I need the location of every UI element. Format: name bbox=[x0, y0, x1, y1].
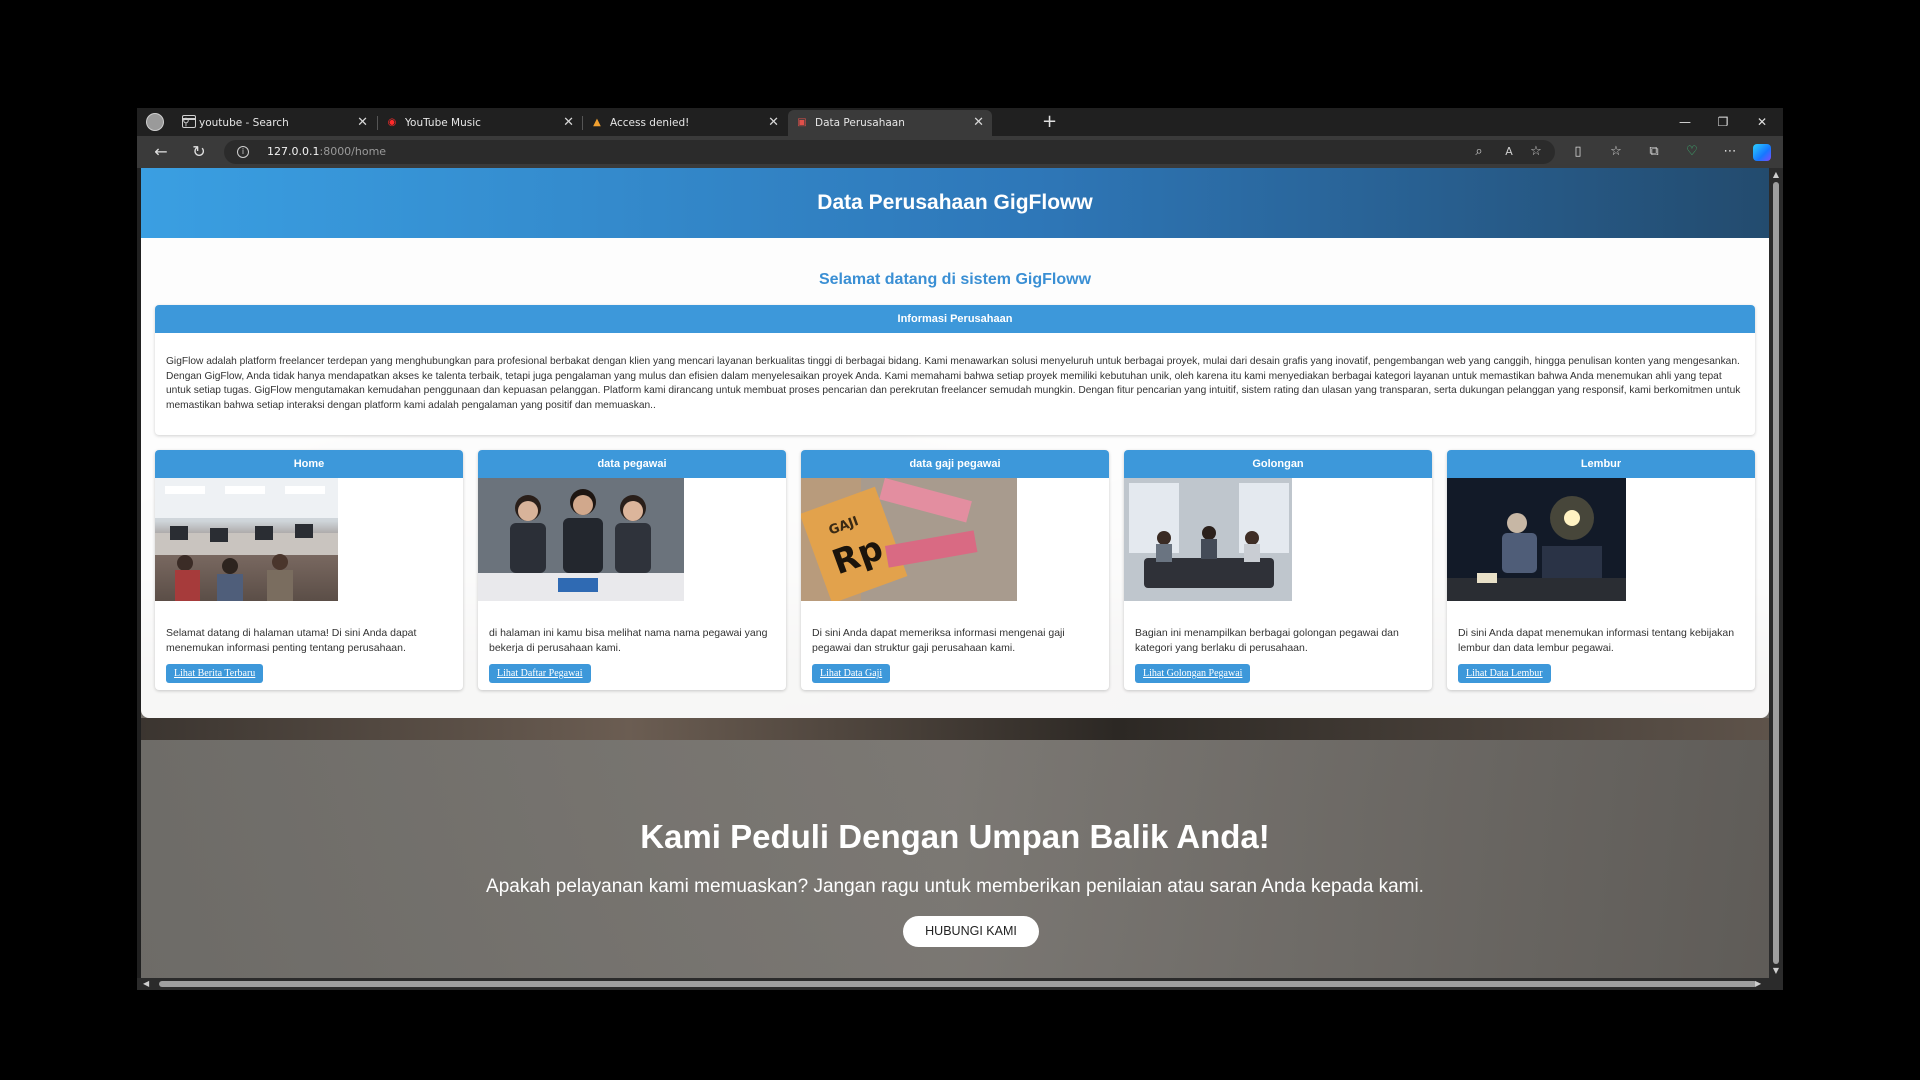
tab-data-perusahaan[interactable]: ▣ Data Perusahaan ✕ bbox=[788, 110, 992, 136]
restore-icon[interactable]: ❐ bbox=[1703, 108, 1743, 136]
card-title: data pegawai bbox=[478, 450, 786, 478]
url-text[interactable]: 127.0.0.1:8000/home bbox=[267, 140, 386, 164]
split-screen-icon[interactable]: ▯ bbox=[1568, 143, 1588, 161]
tab-youtube-search[interactable]: ⚲ youtube - Search ✕ bbox=[172, 110, 376, 136]
address-bar[interactable]: i 127.0.0.1:8000/home ⌕ A ☆ bbox=[224, 140, 1555, 164]
tab-youtube-music[interactable]: ◉ YouTube Music ✕ bbox=[378, 110, 582, 136]
horizontal-scrollbar[interactable]: ◀ ▶ bbox=[137, 978, 1783, 990]
card-title: Lembur bbox=[1447, 450, 1755, 478]
card-description: Di sini Anda dapat memeriksa informasi m… bbox=[812, 627, 1065, 654]
company-info-card: Informasi Perusahaan GigFlow adalah plat… bbox=[155, 305, 1755, 435]
card-title: Golongan bbox=[1124, 450, 1432, 478]
lihat-berita-terbaru-button[interactable]: Lihat Berita Terbaru bbox=[166, 664, 264, 683]
zoom-icon[interactable]: ⌕ bbox=[1470, 143, 1488, 161]
card-home: Home Selamat datang di halaman utama! Di… bbox=[155, 450, 463, 690]
tab-strip: ⚲ youtube - Search ✕ ◉ YouTube Music ✕ ▲… bbox=[137, 108, 1783, 136]
page-icon: ▣ bbox=[797, 117, 807, 128]
new-tab-icon[interactable]: + bbox=[1042, 110, 1057, 134]
horizontal-scroll-thumb[interactable] bbox=[159, 981, 1757, 987]
company-info-text: GigFlow adalah platform freelancer terde… bbox=[166, 356, 1741, 411]
lihat-data-lembur-button[interactable]: Lihat Data Lembur bbox=[1458, 664, 1551, 683]
scroll-down-icon[interactable]: ▼ bbox=[1772, 966, 1780, 975]
lihat-daftar-pegawai-button[interactable]: Lihat Daftar Pegawai bbox=[489, 664, 591, 683]
collections-icon[interactable]: ⧉ bbox=[1644, 143, 1664, 161]
meeting-photo bbox=[1124, 478, 1292, 601]
lihat-data-gaji-button[interactable]: Lihat Data Gaji bbox=[812, 664, 891, 683]
page-header: Data Perusahaan GigFloww bbox=[141, 168, 1769, 238]
card-title: Home bbox=[155, 450, 463, 478]
warning-icon: ▲ bbox=[593, 117, 601, 128]
office-photo bbox=[155, 478, 338, 601]
lihat-golongan-pegawai-button[interactable]: Lihat Golongan Pegawai bbox=[1135, 664, 1251, 683]
card-data-pegawai: data pegawai di halaman ini kamu bisa me… bbox=[478, 450, 786, 690]
feedback-heading: Kami Peduli Dengan Umpan Balik Anda! bbox=[640, 818, 1270, 855]
browser-window: ⚲ youtube - Search ✕ ◉ YouTube Music ✕ ▲… bbox=[137, 108, 1783, 990]
back-icon[interactable]: ← bbox=[150, 142, 172, 162]
salary-illustration: GAJI Rp bbox=[801, 478, 1017, 601]
team-photo bbox=[478, 478, 684, 601]
vertical-scroll-thumb[interactable] bbox=[1773, 182, 1779, 964]
meeting-illustration bbox=[1124, 478, 1292, 601]
favorite-star-icon[interactable]: ☆ bbox=[1527, 143, 1545, 161]
salary-photo: GAJI Rp bbox=[801, 478, 1017, 601]
feedback-section: Kami Peduli Dengan Umpan Balik Anda! Apa… bbox=[141, 740, 1769, 978]
read-aloud-icon[interactable]: A bbox=[1500, 143, 1518, 161]
vertical-scrollbar[interactable]: ▲ ▼ bbox=[1769, 168, 1783, 978]
tab-access-denied[interactable]: ▲ Access denied! ✕ bbox=[583, 110, 787, 136]
card-data-gaji-pegawai: data gaji pegawai GAJI Rp Di sini Anda d… bbox=[801, 450, 1109, 690]
card-description: Di sini Anda dapat menemukan informasi t… bbox=[1458, 627, 1735, 654]
close-tab-icon[interactable]: ✕ bbox=[768, 110, 779, 136]
profile-avatar[interactable] bbox=[146, 113, 164, 131]
card-description: di halaman ini kamu bisa melihat nama na… bbox=[489, 627, 768, 654]
overtime-illustration bbox=[1447, 478, 1626, 601]
reload-icon[interactable]: ↻ bbox=[188, 142, 210, 162]
close-tab-icon[interactable]: ✕ bbox=[357, 110, 368, 136]
office-illustration bbox=[155, 478, 338, 601]
browser-toolbar: ← ↻ i 127.0.0.1:8000/home ⌕ A ☆ ▯ ☆ ⧉ ♡ … bbox=[137, 136, 1783, 168]
welcome-heading: Selamat datang di sistem GigFloww bbox=[818, 271, 1092, 288]
menu-cards: Home Selamat datang di halaman utama! Di… bbox=[155, 450, 1755, 690]
page-viewport: Data Perusahaan GigFloww Selamat datang … bbox=[137, 168, 1783, 990]
more-options-icon[interactable]: ⋯ bbox=[1720, 143, 1740, 161]
close-tab-icon[interactable]: ✕ bbox=[973, 110, 984, 136]
company-info-title: Informasi Perusahaan bbox=[155, 305, 1755, 333]
site-info-icon[interactable]: i bbox=[237, 146, 249, 158]
favorites-icon[interactable]: ☆ bbox=[1606, 143, 1626, 161]
search-icon: ⚲ bbox=[182, 117, 190, 128]
background-strip bbox=[141, 718, 1769, 740]
main-container: Selamat datang di sistem GigFloww Inform… bbox=[141, 238, 1769, 718]
scroll-up-icon[interactable]: ▲ bbox=[1772, 170, 1780, 179]
overtime-photo bbox=[1447, 478, 1626, 601]
scroll-left-icon[interactable]: ◀ bbox=[143, 978, 149, 990]
card-golongan: Golongan Bagian ini menampilkan berbagai… bbox=[1124, 450, 1432, 690]
hubungi-kami-button[interactable]: HUBUNGI KAMI bbox=[903, 916, 1039, 947]
close-tab-icon[interactable]: ✕ bbox=[563, 110, 574, 136]
card-lembur: Lembur Di sini Anda dapat menemukan info… bbox=[1447, 450, 1755, 690]
youtube-music-icon: ◉ bbox=[387, 117, 397, 128]
card-title: data gaji pegawai bbox=[801, 450, 1109, 478]
feedback-text: Apakah pelayanan kami memuaskan? Jangan … bbox=[486, 876, 1424, 897]
team-illustration bbox=[478, 478, 684, 601]
minimize-icon[interactable]: — bbox=[1665, 108, 1705, 136]
card-description: Selamat datang di halaman utama! Di sini… bbox=[166, 627, 417, 654]
close-window-icon[interactable]: ✕ bbox=[1742, 108, 1782, 136]
scroll-right-icon[interactable]: ▶ bbox=[1755, 978, 1761, 990]
copilot-icon[interactable] bbox=[1753, 144, 1771, 161]
browser-essentials-icon[interactable]: ♡ bbox=[1682, 143, 1702, 161]
card-description: Bagian ini menampilkan berbagai golongan… bbox=[1135, 627, 1399, 654]
